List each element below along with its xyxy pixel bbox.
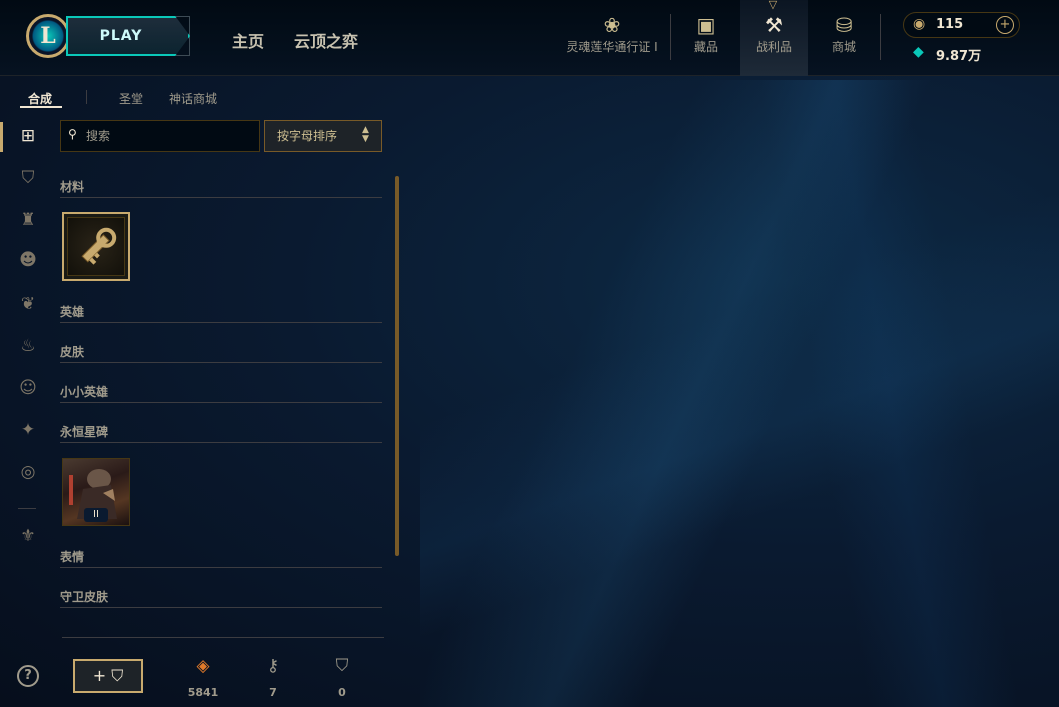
category-champions[interactable]: 英雄 (60, 303, 84, 320)
help-button[interactable]: ? (17, 665, 39, 687)
orange-essence-icon: ◈ (196, 656, 210, 676)
little-legend-icon[interactable]: ❦ (16, 292, 40, 316)
loot-button[interactable]: ⚒ 战利品 (744, 12, 804, 62)
key-fragment-value: 7 (269, 686, 277, 699)
category-divider (60, 402, 382, 403)
chest-icon[interactable]: ⛉ (16, 166, 40, 190)
champion-helmet-icon[interactable]: ♜ (16, 208, 40, 232)
eternals-flame-icon[interactable]: ♨ (16, 334, 40, 358)
category-little-legends[interactable]: 小小英雄 (60, 383, 108, 400)
chevron-updown-icon: ▲ ▼ (362, 125, 369, 144)
search-icon: ⚲ (68, 127, 77, 141)
active-tab-underline (20, 106, 62, 108)
store-icon: ⛁ (835, 13, 853, 37)
nav-tft[interactable]: 云顶之弈 (294, 28, 358, 52)
grid-all-icon[interactable]: ⊞ (16, 124, 40, 148)
tab-mythic-shop[interactable]: 神话商城 (169, 90, 217, 107)
skin-mask-icon[interactable]: ☻ (16, 248, 40, 272)
category-divider (60, 322, 382, 323)
store-label: 商城 (831, 40, 856, 54)
buy-rp-button[interactable]: + (996, 16, 1014, 34)
ward-icon: ⛉ (335, 656, 349, 676)
category-divider (60, 197, 382, 198)
riot-points-value: 115 (936, 17, 964, 32)
collection-label: 藏品 (693, 40, 718, 54)
category-divider (60, 362, 382, 363)
ward-skin-icon[interactable]: ✦ (16, 418, 40, 442)
pass-label: 灵魂莲华通行证 I (566, 40, 658, 54)
category-divider (60, 607, 382, 608)
misc-loot-icon[interactable]: ⚜ (16, 524, 40, 548)
tab-crafting[interactable]: 合成 (28, 90, 52, 107)
category-ward-skins[interactable]: 守卫皮肤 (60, 588, 108, 605)
nav-divider (670, 14, 671, 60)
orange-essence-value: 5841 (187, 686, 219, 699)
category-eternals[interactable]: 永恒星碑 (60, 423, 108, 440)
nav-home[interactable]: 主页 (232, 28, 264, 52)
craft-key-button[interactable]: + ⛉ (73, 659, 143, 693)
active-tab-indicator-icon: ▽ (768, 0, 778, 11)
tab-divider (86, 90, 87, 104)
hextech-key-item[interactable] (62, 212, 130, 281)
eternal-tier-badge: II (84, 508, 108, 522)
ward-value: 0 (338, 686, 346, 699)
store-button[interactable]: ⛁ 商城 (818, 12, 870, 62)
rail-divider (18, 508, 36, 509)
league-logo[interactable]: L (26, 14, 70, 58)
key-fragment-icon: ⚷ (266, 656, 280, 676)
tab-sanctum[interactable]: 圣堂 (119, 90, 143, 107)
category-divider (60, 442, 382, 443)
pass-button[interactable]: ❀ 灵魂莲华通行证 I (562, 12, 662, 62)
play-button[interactable]: PLAY (66, 16, 190, 56)
background (0, 0, 1059, 707)
hextech-key-icon (81, 227, 117, 265)
category-emotes[interactable]: 表情 (60, 548, 84, 565)
lotus-icon: ❀ (603, 13, 621, 37)
category-divider (60, 567, 382, 568)
blue-essence-icon: ◆ (913, 44, 924, 60)
nav-divider (880, 14, 881, 60)
category-materials[interactable]: 材料 (60, 178, 84, 195)
search-input[interactable] (86, 121, 256, 151)
loot-label: 战利品 (755, 40, 792, 54)
collection-icon: ▣ (696, 13, 716, 37)
loot-icon: ⚒ (765, 13, 783, 37)
rail-active-indicator (0, 122, 3, 152)
collection-button[interactable]: ▣ 藏品 (680, 12, 732, 62)
emote-face-icon[interactable]: ☺ (16, 376, 40, 400)
icon-profile-icon[interactable]: ◎ (16, 460, 40, 484)
blue-essence-value: 9.87万 (936, 49, 982, 64)
key-item-frame (67, 217, 125, 276)
bottom-divider (62, 637, 384, 638)
category-skins[interactable]: 皮肤 (60, 343, 84, 360)
riot-points-icon: ◉ (913, 16, 926, 32)
loot-scrollbar[interactable] (395, 176, 399, 556)
